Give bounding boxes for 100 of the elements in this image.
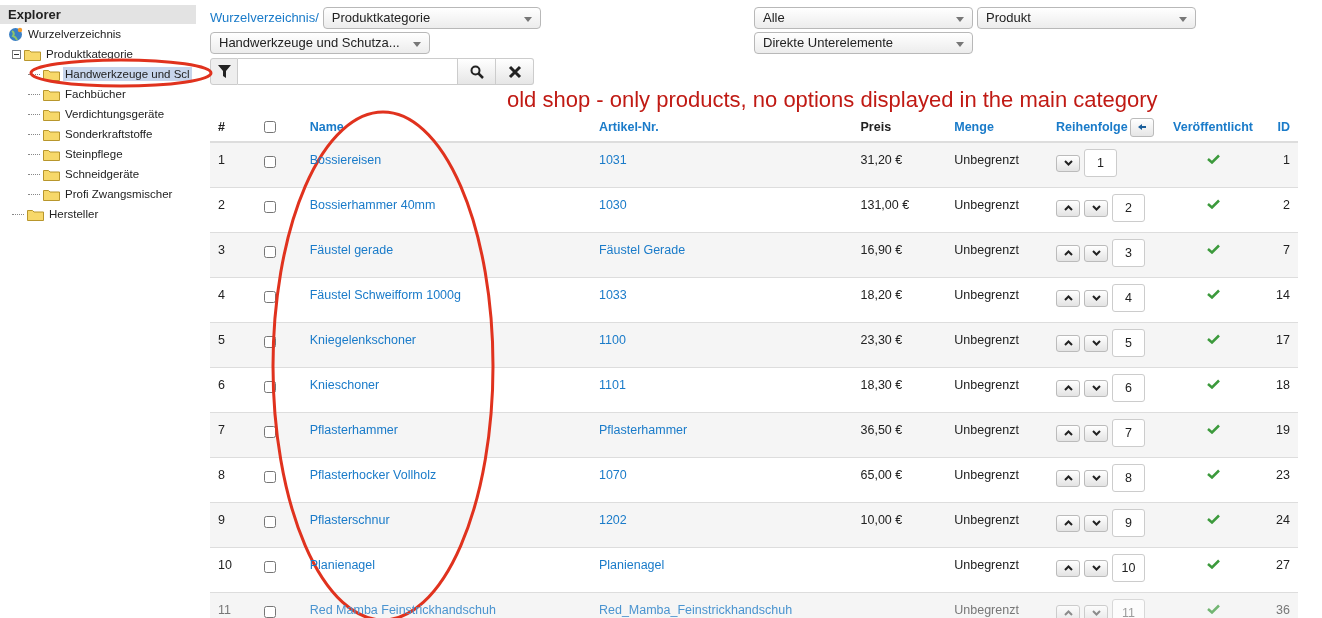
row-checkbox[interactable]: [263, 471, 276, 483]
product-name-link[interactable]: Pflasterschnur: [309, 513, 390, 527]
tree-item[interactable]: Handwerkzeuge und Scl: [63, 67, 192, 81]
category-select[interactable]: Produktkategorie: [322, 6, 541, 29]
tree-item[interactable]: Sonderkraftstoffe: [63, 127, 155, 141]
order-field[interactable]: 1: [1084, 149, 1118, 177]
order-field[interactable]: 10: [1112, 554, 1146, 582]
checkmark-icon[interactable]: [1206, 424, 1220, 434]
tree-item[interactable]: Fachbücher: [63, 87, 128, 101]
move-up-button[interactable]: [1056, 289, 1081, 307]
row-checkbox[interactable]: [263, 336, 276, 348]
move-down-button[interactable]: [1084, 559, 1109, 577]
row-checkbox[interactable]: [263, 426, 276, 438]
order-field[interactable]: 3: [1112, 239, 1146, 267]
product-name-link[interactable]: Bossierhammer 40mm: [309, 198, 436, 212]
sku-link[interactable]: 1202: [598, 513, 627, 527]
move-down-button[interactable]: [1084, 424, 1109, 442]
move-down-button[interactable]: [1084, 289, 1109, 307]
caret-icon: [956, 41, 964, 47]
depth-select[interactable]: Direkte Unterelemente: [754, 31, 973, 54]
row-checkbox[interactable]: [263, 561, 276, 573]
row-checkbox[interactable]: [263, 606, 276, 618]
order-field[interactable]: 11: [1112, 599, 1146, 618]
move-down-button[interactable]: [1084, 244, 1109, 262]
column-sort-link[interactable]: Veröffentlicht: [1173, 120, 1253, 134]
sku-link[interactable]: Fäustel Gerade: [598, 243, 686, 257]
sku-link[interactable]: 1033: [598, 288, 627, 302]
filter-icon[interactable]: [210, 58, 238, 85]
tree-item[interactable]: Schneidgeräte: [63, 167, 142, 181]
row-checkbox[interactable]: [263, 201, 276, 213]
collapse-toggle-icon[interactable]: [12, 49, 21, 59]
search-button[interactable]: [458, 58, 496, 85]
order-field[interactable]: 4: [1112, 284, 1146, 312]
product-name-link[interactable]: Pflasterhammer: [309, 423, 398, 437]
checkmark-icon[interactable]: [1206, 244, 1220, 254]
breadcrumb-link[interactable]: Wurzelverzeichnis/: [210, 10, 319, 25]
move-down-button[interactable]: [1056, 154, 1081, 172]
order-field[interactable]: 8: [1112, 464, 1146, 492]
move-down-button[interactable]: [1084, 514, 1109, 532]
checkmark-icon[interactable]: [1206, 559, 1220, 569]
save-order-button[interactable]: [1129, 117, 1154, 137]
move-up-button[interactable]: [1056, 514, 1081, 532]
tree-item[interactable]: Verdichtungsgeräte: [63, 107, 167, 121]
checkmark-icon[interactable]: [1206, 289, 1220, 299]
product-name-link[interactable]: Pflasterhocker Vollholz: [309, 468, 437, 482]
subcategory-select[interactable]: Handwerkzeuge und Schutza...: [210, 31, 430, 54]
column-sort-link[interactable]: ID: [1277, 120, 1290, 134]
sku-link[interactable]: 1100: [598, 333, 626, 347]
checkmark-icon[interactable]: [1206, 469, 1220, 479]
checkmark-icon[interactable]: [1206, 154, 1220, 164]
product-name-link[interactable]: Kniegelenkschoner: [309, 333, 417, 347]
move-up-button[interactable]: [1056, 559, 1081, 577]
checkmark-icon[interactable]: [1206, 334, 1220, 344]
tree-item[interactable]: Wurzelverzeichnis: [26, 27, 124, 41]
move-down-button[interactable]: [1084, 379, 1109, 397]
search-field[interactable]: [238, 58, 458, 85]
column-sort-link[interactable]: Menge: [954, 120, 994, 134]
row-checkbox[interactable]: [263, 516, 276, 528]
row-checkbox[interactable]: [263, 291, 276, 303]
move-up-button[interactable]: [1056, 334, 1081, 352]
order-field[interactable]: 7: [1112, 419, 1146, 447]
sku-link[interactable]: Pflasterhammer: [598, 423, 688, 437]
move-up-button[interactable]: [1056, 469, 1081, 487]
column-sort-link[interactable]: Reihenfolge: [1056, 119, 1128, 134]
checkmark-icon[interactable]: [1206, 199, 1220, 209]
move-down-button[interactable]: [1084, 469, 1109, 487]
column-sort-link[interactable]: Name: [309, 120, 344, 134]
move-down-button[interactable]: [1084, 199, 1109, 217]
product-name-link[interactable]: Knieschoner: [309, 378, 380, 392]
move-up-button[interactable]: [1056, 199, 1081, 217]
move-up-button[interactable]: [1056, 424, 1081, 442]
select-all-checkbox[interactable]: [263, 121, 276, 133]
row-checkbox[interactable]: [263, 381, 276, 393]
tree-item[interactable]: Profi Zwangsmischer: [63, 187, 175, 201]
status-select[interactable]: Alle: [754, 6, 973, 29]
sku-link[interactable]: 1031: [598, 153, 627, 167]
row-checkbox[interactable]: [263, 246, 276, 258]
checkmark-icon[interactable]: [1206, 379, 1220, 389]
sku-link[interactable]: 1101: [598, 378, 626, 392]
tree-item[interactable]: Produktkategorie: [44, 47, 135, 61]
column-sort-link[interactable]: Artikel-Nr.: [598, 120, 659, 134]
order-field[interactable]: 6: [1112, 374, 1146, 402]
move-up-button[interactable]: [1056, 379, 1081, 397]
tree-item[interactable]: Hersteller: [47, 207, 101, 221]
sku-link[interactable]: 1030: [598, 198, 627, 212]
order-field[interactable]: 5: [1112, 329, 1146, 357]
sku-link[interactable]: 1070: [598, 468, 627, 482]
clear-button[interactable]: [496, 58, 534, 85]
order-field[interactable]: 2: [1112, 194, 1146, 222]
sku-link[interactable]: Planienagel: [598, 558, 665, 572]
product-name-link[interactable]: Fäustel gerade: [309, 243, 394, 257]
checkmark-icon[interactable]: [1206, 604, 1220, 614]
tree-item[interactable]: Steinpflege: [63, 147, 125, 161]
type-select[interactable]: Produkt: [977, 6, 1196, 29]
product-name-link[interactable]: Fäustel Schweifform 1000g: [309, 288, 461, 302]
row-checkbox[interactable]: [263, 156, 276, 168]
order-field[interactable]: 9: [1112, 509, 1146, 537]
move-down-button[interactable]: [1084, 334, 1109, 352]
checkmark-icon[interactable]: [1206, 514, 1220, 524]
move-up-button[interactable]: [1056, 244, 1081, 262]
